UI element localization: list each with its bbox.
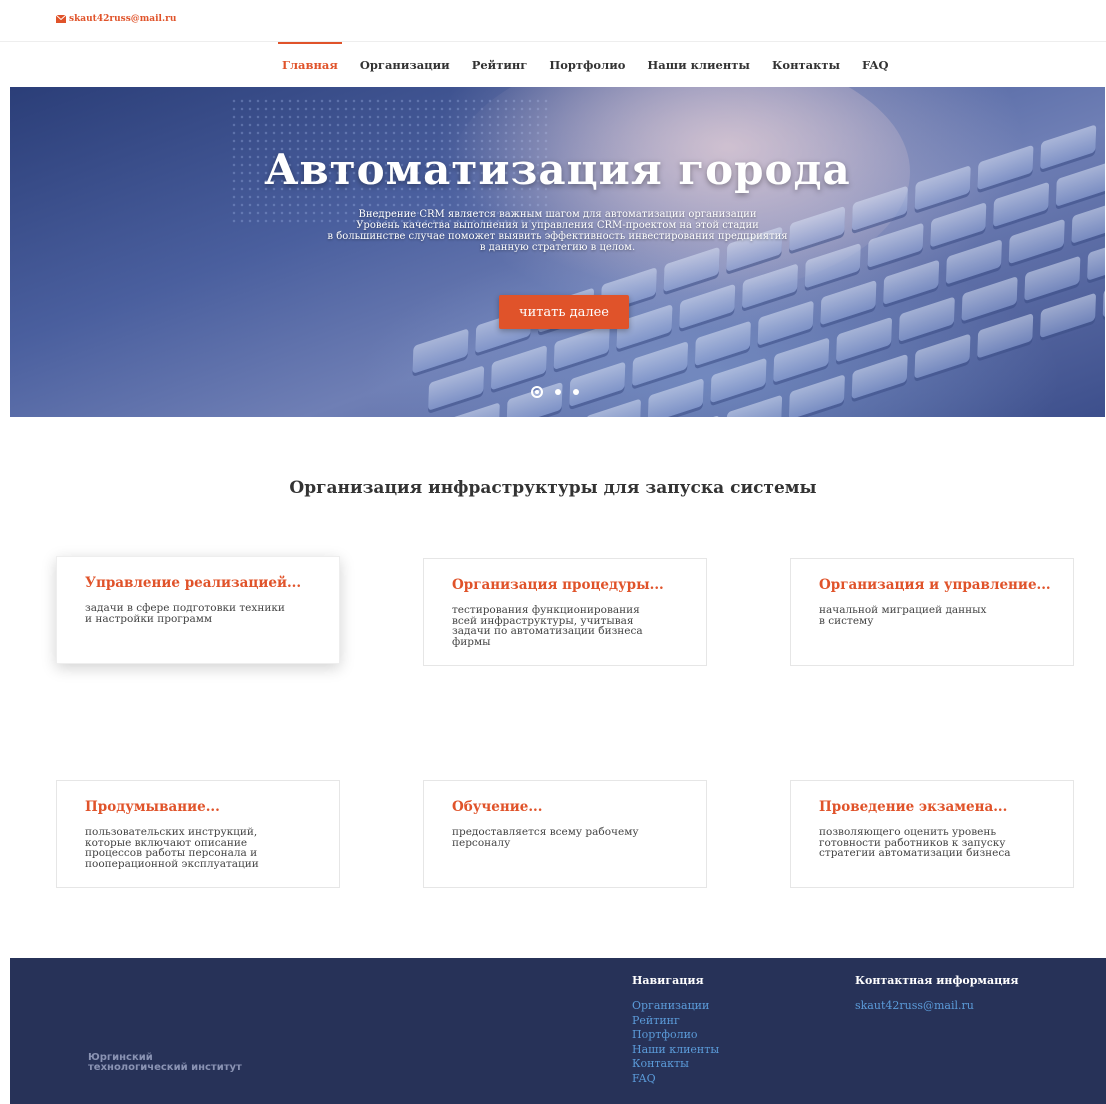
- keyboard-key: [883, 259, 940, 306]
- keyboard-key: [569, 361, 626, 407]
- keyboard-key: [632, 341, 689, 387]
- hero-title: Автоматизация города: [264, 145, 851, 194]
- card-text: пользовательских инструкций, которые вкл…: [85, 827, 311, 869]
- envelope-icon: [56, 15, 66, 23]
- footer-nav-title: Навигация: [632, 974, 704, 987]
- keyboard-key: [741, 263, 799, 309]
- keyboard-key: [851, 353, 908, 400]
- card-text: задачи в сфере подготовки техники и наст…: [85, 603, 311, 624]
- card-text: тестирования функционирования всей инфра…: [452, 605, 678, 647]
- slider-dot-2[interactable]: [555, 389, 561, 395]
- keyboard-key: [1024, 255, 1081, 302]
- keyboard-key: [835, 316, 893, 363]
- nav-item-portfolio[interactable]: Портфолио: [549, 42, 625, 87]
- footer-link-rating[interactable]: Рейтинг: [632, 1014, 719, 1029]
- keyboard-key: [490, 344, 547, 391]
- keyboard-key: [647, 377, 704, 417]
- card-text-line: процессов работы персонала и: [85, 847, 258, 859]
- keyboard-key: [584, 398, 642, 417]
- keyboard-key: [726, 394, 783, 417]
- footer-link-contacts[interactable]: Контакты: [632, 1057, 719, 1072]
- hero-slider: Автоматизация города Внедрение CRM являе…: [10, 87, 1105, 417]
- footer-contact-title: Контактная информация: [855, 974, 1019, 987]
- keyboard-key: [820, 279, 877, 326]
- footer-logo: Юргинский технологический институт: [88, 1053, 242, 1073]
- slider-dots: [531, 386, 579, 398]
- card-text-line: задачи по автоматизации бизнеса: [452, 625, 643, 637]
- footer-link-portfolio[interactable]: Портфолио: [632, 1028, 719, 1043]
- card-text-line: пооперационной эксплуатации: [85, 857, 259, 870]
- footer-nav: Навигация Организации Рейтинг Портфолио …: [632, 974, 719, 1086]
- keyboard-key: [412, 328, 469, 374]
- top-email-link[interactable]: skaut42russ@mail.ru: [56, 14, 176, 24]
- service-card[interactable]: Обучение... предоставляется всему рабоче…: [423, 780, 707, 888]
- card-title: Продумывание...: [85, 799, 220, 815]
- footer-contact-email[interactable]: skaut42russ@mail.ru: [855, 999, 1019, 1014]
- keyboard-key: [977, 312, 1034, 359]
- card-text: позволяющего оценить уровень готовности …: [819, 827, 1045, 859]
- card-text-line: персоналу: [452, 836, 511, 849]
- hero-lead-line: в данную стратегию в целом.: [479, 242, 636, 253]
- read-more-button[interactable]: читать далее: [499, 295, 629, 329]
- keyboard-key: [679, 283, 736, 330]
- keyboard-key: [553, 324, 610, 371]
- keyboard-key: [694, 320, 751, 367]
- nav-item-contacts[interactable]: Контакты: [772, 42, 840, 87]
- keyboard-key: [1102, 272, 1105, 318]
- keyboard-key: [710, 357, 767, 404]
- service-card[interactable]: Продумывание... пользовательских инструк…: [56, 780, 340, 888]
- card-text-line: тестирования функционирования: [452, 604, 640, 616]
- footer-link-clients[interactable]: Наши клиенты: [632, 1043, 719, 1058]
- card-text: начальной миграцией данных в систему: [819, 605, 1045, 626]
- service-card[interactable]: Организация процедуры... тестирования фу…: [423, 558, 707, 666]
- card-text: предоставляется всему рабочему персоналу: [452, 827, 678, 848]
- nav-item-rating[interactable]: Рейтинг: [472, 42, 528, 87]
- card-text-line: предоставляется всему рабочему: [452, 826, 639, 838]
- hero-lead-line: в большинстве случае поможет выявить эфф…: [327, 231, 788, 242]
- footer: Юргинский технологический институт Навиг…: [10, 958, 1106, 1104]
- card-title: Проведение экзамена...: [819, 799, 1008, 815]
- card-title: Обучение...: [452, 799, 543, 815]
- nav-item-organizations[interactable]: Организации: [360, 42, 450, 87]
- keyboard-key: [773, 337, 830, 383]
- nav-item-faq[interactable]: FAQ: [862, 42, 888, 87]
- footer-logo-line: технологический институт: [88, 1062, 242, 1073]
- card-text-line: и настройки программ: [85, 612, 213, 625]
- main-nav: Главная Организации Рейтинг Портфолио На…: [0, 42, 1106, 93]
- footer-contacts: Контактная информация skaut42russ@mail.r…: [855, 974, 1019, 1014]
- keyboard-key: [788, 374, 845, 417]
- footer-link-faq[interactable]: FAQ: [632, 1072, 719, 1087]
- nav-item-home[interactable]: Главная: [278, 42, 342, 93]
- keyboard-key: [757, 300, 814, 346]
- card-text-line: фирмы: [452, 635, 491, 648]
- card-title: Организация процедуры...: [452, 577, 664, 593]
- hero-lead-line: Внедрение CRM является важным шагом для …: [358, 209, 757, 220]
- card-text-line: в систему: [819, 614, 874, 627]
- card-text-line: пользовательских инструкций,: [85, 826, 258, 838]
- slider-dot-1[interactable]: [531, 386, 543, 398]
- keyboard-key: [428, 365, 485, 411]
- service-card[interactable]: Проведение экзамена... позволяющего оцен…: [790, 780, 1074, 888]
- section-title: Организация инфраструктуры для запуска с…: [289, 478, 817, 498]
- service-card[interactable]: Управление реализацией... задачи в сфере…: [56, 556, 340, 664]
- top-email-text: skaut42russ@mail.ru: [69, 14, 177, 24]
- hero-lead-line: Уровень качества выполнения и управления…: [356, 220, 759, 231]
- keyboard-key: [961, 276, 1018, 322]
- footer-link-organizations[interactable]: Организации: [632, 999, 719, 1014]
- keyboard-key: [1039, 292, 1097, 339]
- top-bar: skaut42russ@mail.ru: [0, 0, 1106, 42]
- hero-lead: Внедрение CRM является важным шагом для …: [10, 209, 1105, 253]
- card-title: Управление реализацией...: [85, 575, 302, 591]
- card-title: Организация и управление...: [819, 577, 1051, 593]
- service-card[interactable]: Организация и управление... начальной ми…: [790, 558, 1074, 666]
- card-text-line: задачи в сфере подготовки техники: [85, 602, 285, 614]
- keyboard-key: [443, 402, 500, 417]
- card-text-line: стратегии автоматизации бизнеса: [819, 847, 1011, 859]
- keyboard-key: [898, 296, 955, 342]
- slider-dot-3[interactable]: [573, 389, 579, 395]
- card-text-line: позволяющего оценить уровень: [819, 826, 997, 838]
- keyboard-key: [914, 333, 971, 379]
- nav-item-clients[interactable]: Наши клиенты: [647, 42, 750, 87]
- card-text-line: начальной миграцией данных: [819, 604, 987, 616]
